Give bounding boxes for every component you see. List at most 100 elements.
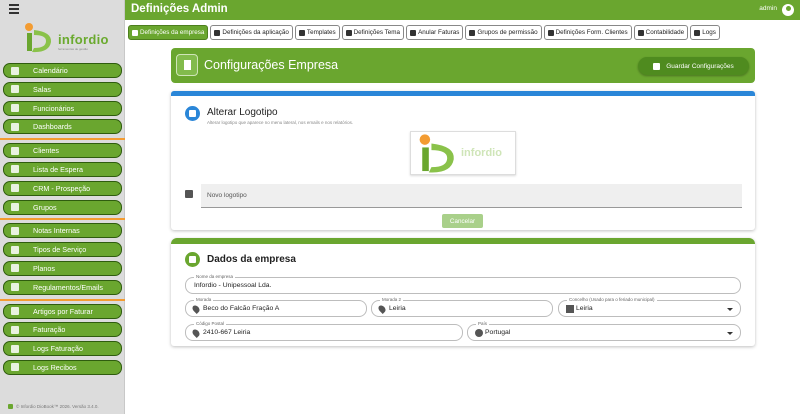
sidebar-item-label: Planos: [33, 263, 55, 273]
sidebar-item-label: Notas Internas: [33, 226, 80, 236]
tab-defini-es-form-clientes[interactable]: Definições Form. Clientes: [543, 25, 632, 40]
logo-card: Alterar Logotipo Alterar logotipo que ap…: [171, 91, 755, 230]
user-name[interactable]: admin: [759, 5, 777, 12]
sidebar-divider: [0, 218, 125, 221]
sidebar-item-fatura-o[interactable]: Faturação: [3, 322, 122, 338]
page-title: Definições Admin: [131, 3, 228, 15]
tab-anular-faturas[interactable]: Anular Faturas: [406, 25, 464, 40]
sidebar-item-regulamentos-emails[interactable]: Regulamentos/Emails: [3, 279, 122, 295]
plans-icon: [11, 264, 19, 273]
tab-contabilidade[interactable]: Contabilidade: [633, 25, 689, 40]
sidebar-item-funcion-rios[interactable]: Funcionários: [3, 100, 122, 116]
sidebar-item-label: Dashboards: [33, 122, 72, 132]
calendar-icon: [11, 66, 19, 75]
brand-mini-icon: [8, 404, 13, 410]
county-select[interactable]: Concelho (Usado para o feriado municipal…: [558, 297, 741, 317]
logo-mark-icon: [25, 23, 52, 53]
sidebar-item-logs-fatura-o[interactable]: Logs Faturação: [3, 341, 122, 357]
company-card: Dados da empresa Nome da empresa Infordi…: [171, 238, 755, 346]
chevron-down-icon: [727, 332, 733, 335]
company-name-field[interactable]: Nome da empresa Infordio - Unipessoal Ld…: [185, 274, 741, 294]
sidebar-nav: Calendário Salas Funcionários Dashboards Cli…: [0, 63, 125, 379]
sidebar-item-grupos[interactable]: Grupos: [3, 199, 122, 215]
regulations-icon: [11, 283, 19, 292]
chevron-down-icon: [727, 308, 733, 311]
waitlist-icon: [11, 165, 19, 174]
tab-templates[interactable]: Templates: [294, 25, 340, 40]
logo-preview: infordio: [410, 131, 516, 175]
billing-logs-icon: [11, 344, 19, 353]
tab-icon: [637, 29, 644, 36]
sidebar-divider: [0, 298, 125, 301]
address2-field[interactable]: Morada 2 Leiria: [371, 297, 553, 317]
cancel-button[interactable]: Cancelar: [442, 214, 483, 228]
location-pin-icon: [191, 304, 201, 314]
sidebar-item-artigos-por-faturar[interactable]: Artigos por Faturar: [3, 303, 122, 319]
notes-icon: [11, 226, 19, 235]
brand-tagline: ferramentas de gestão: [58, 47, 89, 51]
sidebar-item-label: Faturação: [33, 325, 66, 335]
sidebar-item-label: Regulamentos/Emails: [33, 282, 103, 292]
logo-section-title: Alterar Logotipo: [207, 107, 278, 118]
save-config-button[interactable]: Guardar Configurações: [638, 57, 749, 75]
sidebar-item-label: Salas: [33, 84, 51, 94]
tab-icon: [694, 29, 701, 36]
sidebar-item-tipos-de-servi-o[interactable]: Tipos de Serviço: [3, 242, 122, 258]
sidebar-item-label: Clientes: [33, 146, 59, 156]
config-header: Configurações Empresa Guardar Configuraç…: [171, 48, 755, 83]
logo-preview-text: infordio: [461, 147, 502, 159]
tab-icon: [345, 29, 352, 36]
sidebar-item-clientes[interactable]: Clientes: [3, 143, 122, 159]
postal-code-field[interactable]: Código Postal 2410-667 Leiria: [185, 321, 463, 341]
sidebar-item-label: Artigos por Faturar: [33, 306, 93, 316]
tab-icon: [410, 29, 417, 36]
sidebar-item-crm-prospe-o[interactable]: CRM - Prospeção: [3, 180, 122, 196]
sidebar-item-logs-recibos[interactable]: Logs Recibos: [3, 359, 122, 375]
settings-tabs: Definições da empresa Definições da aplic…: [128, 25, 722, 40]
logo-file-input[interactable]: Novo logotipo: [201, 184, 742, 208]
config-title: Configurações Empresa: [204, 58, 339, 72]
tab-defini-es-da-aplica-o[interactable]: Definições da aplicação: [210, 25, 293, 40]
billing-icon: [11, 325, 19, 334]
clients-icon: [11, 146, 19, 155]
articles-icon: [11, 307, 19, 316]
image-icon: [185, 190, 193, 198]
sidebar-item-planos[interactable]: Planos: [3, 260, 122, 276]
tab-logs[interactable]: Logs: [690, 25, 720, 40]
company-section-title: Dados da empresa: [207, 254, 296, 265]
sidebar-item-label: Logs Faturação: [33, 344, 83, 354]
sidebar-item-dashboards[interactable]: Dashboards: [3, 119, 122, 135]
address-field[interactable]: Morada Beco do Falcão Fração A: [185, 297, 367, 317]
sidebar-item-lista-de-espera[interactable]: Lista de Espera: [3, 161, 122, 177]
brand-logo: infordio ferramentas de gestão: [22, 22, 112, 54]
tab-grupos-de-permiss-o[interactable]: Grupos de permissão: [465, 25, 542, 40]
tab-defini-es-da-empresa[interactable]: Definições da empresa: [128, 25, 209, 40]
sidebar-item-calend-rio[interactable]: Calendário: [3, 63, 122, 78]
service-types-icon: [11, 245, 19, 254]
tab-defini-es-tema[interactable]: Definições Tema: [341, 25, 405, 40]
avatar-icon[interactable]: [782, 4, 794, 16]
groups-icon: [11, 203, 19, 212]
sidebar-item-notas-internas[interactable]: Notas Internas: [3, 223, 122, 239]
crm-icon: [11, 184, 19, 193]
image-edit-icon: [185, 106, 200, 121]
receipt-logs-icon: [11, 363, 19, 372]
country-select[interactable]: País Portugal: [467, 321, 741, 341]
employees-icon: [11, 104, 19, 113]
sidebar-divider: [0, 138, 125, 141]
menu-icon[interactable]: [9, 4, 19, 14]
logo-section-subtitle: Alterar logotipo que aparece no menu lat…: [207, 120, 354, 125]
sidebar: infordio ferramentas de gestão Calendári…: [0, 0, 125, 414]
brand-name: infordio: [58, 32, 109, 47]
tab-icon: [214, 29, 221, 36]
tab-icon: [132, 29, 138, 36]
sidebar-item-label: CRM - Prospeção: [33, 183, 91, 193]
building-icon: [566, 305, 574, 313]
location-pin-icon: [191, 328, 201, 338]
tab-icon: [547, 29, 554, 36]
tab-icon: [469, 29, 476, 36]
sidebar-item-salas[interactable]: Salas: [3, 81, 122, 97]
top-bar: Definições Admin admin: [125, 0, 800, 20]
globe-icon: [475, 329, 483, 337]
document-icon: [176, 54, 198, 76]
